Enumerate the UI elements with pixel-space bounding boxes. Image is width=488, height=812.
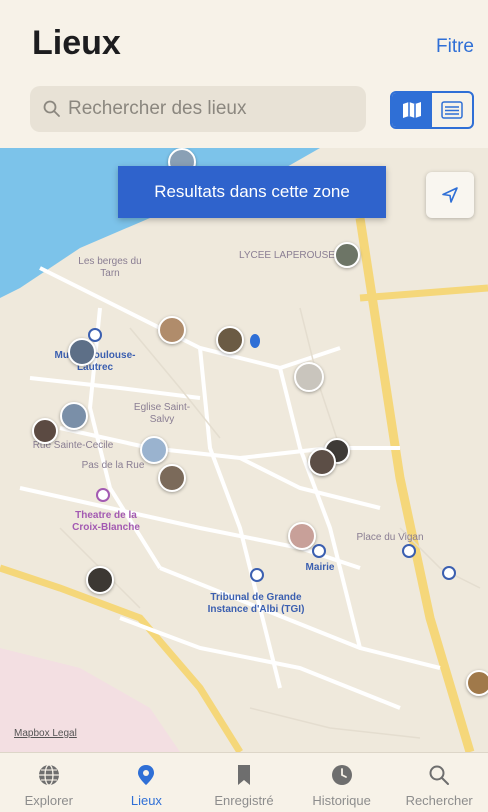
map-label-berges: Les berges du Tarn <box>78 256 142 279</box>
poi-marker-theatre[interactable] <box>96 488 110 502</box>
map-label-lycee: LYCEE LAPEROUSE <box>239 250 335 261</box>
photo-pin[interactable] <box>60 402 88 430</box>
poi-marker-east[interactable] <box>442 566 456 580</box>
header: Lieux Fitre Rechercher des lieux <box>0 0 488 148</box>
search-placeholder: Rechercher des lieux <box>68 98 247 119</box>
view-toggle <box>390 91 474 129</box>
search-icon <box>43 100 60 117</box>
tab-label-enregistre: Enregistré <box>214 793 274 808</box>
photo-pin[interactable] <box>158 316 186 344</box>
photo-pin[interactable] <box>68 338 96 366</box>
map-label-tribunal: Tribunal de Grande Instance d'Albi (TGI) <box>207 592 305 615</box>
filter-button[interactable]: Fitre <box>436 36 474 58</box>
list-view-button[interactable] <box>432 93 472 127</box>
poi-marker-vigan[interactable] <box>402 544 416 558</box>
photo-pin[interactable] <box>466 670 488 696</box>
map-label-pont: Pas de la Rue <box>81 460 145 471</box>
map-attribution-link[interactable]: Mapbox Legal <box>14 728 77 739</box>
map-label-vigan: Place du Vigan <box>356 532 424 543</box>
tab-label-rechercher: Rechercher <box>405 793 473 808</box>
tab-bar: Explorer Lieux Enregistré Historique Rec… <box>0 752 488 812</box>
current-location-dot <box>250 334 260 348</box>
photo-pin[interactable] <box>288 522 316 550</box>
search-this-area-button[interactable]: Resultats dans cette zone <box>118 166 386 218</box>
page-title: Lieux <box>32 24 121 62</box>
tab-explorer[interactable]: Explorer <box>0 753 98 812</box>
map-label-theatre: Theatre de la Croix-Blanche <box>72 510 140 533</box>
map-icon <box>403 102 421 118</box>
photo-pin[interactable] <box>308 448 336 476</box>
photo-pin[interactable] <box>294 362 324 392</box>
search-icon <box>429 765 450 785</box>
location-arrow-icon <box>442 187 458 203</box>
tab-label-explorer: Explorer <box>24 793 73 808</box>
poi-marker-tribunal[interactable] <box>250 568 264 582</box>
map-view-button[interactable] <box>392 93 432 127</box>
globe-icon <box>38 764 59 786</box>
bookmark-icon <box>237 765 250 785</box>
photo-pin[interactable] <box>86 566 114 594</box>
tab-rechercher[interactable]: Rechercher <box>390 753 488 812</box>
clock-icon <box>331 765 352 785</box>
tab-lieux[interactable]: Lieux <box>98 753 196 812</box>
map-label-eglise: Eglise Saint-Salvy <box>133 402 191 425</box>
photo-pin[interactable] <box>140 436 168 464</box>
map-label-mairie: Mairie <box>305 562 335 573</box>
map-pin-icon <box>138 765 155 785</box>
map-view[interactable]: Les berges du Tarn LYCEE LAPEROUSE Musee… <box>0 148 488 752</box>
tab-label-lieux: Lieux <box>130 793 162 808</box>
tab-label-historique: Historique <box>312 793 371 808</box>
list-icon <box>441 101 463 119</box>
photo-pin[interactable] <box>32 418 58 444</box>
locate-me-button[interactable] <box>426 172 474 218</box>
photo-pin[interactable] <box>216 326 244 354</box>
photo-pin[interactable] <box>158 464 186 492</box>
search-input[interactable]: Rechercher des lieux <box>30 86 366 132</box>
poi-marker-mairie[interactable] <box>312 544 326 558</box>
tab-enregistre[interactable]: Enregistré <box>195 753 293 812</box>
photo-pin[interactable] <box>334 242 360 268</box>
tab-historique[interactable]: Historique <box>293 753 391 812</box>
